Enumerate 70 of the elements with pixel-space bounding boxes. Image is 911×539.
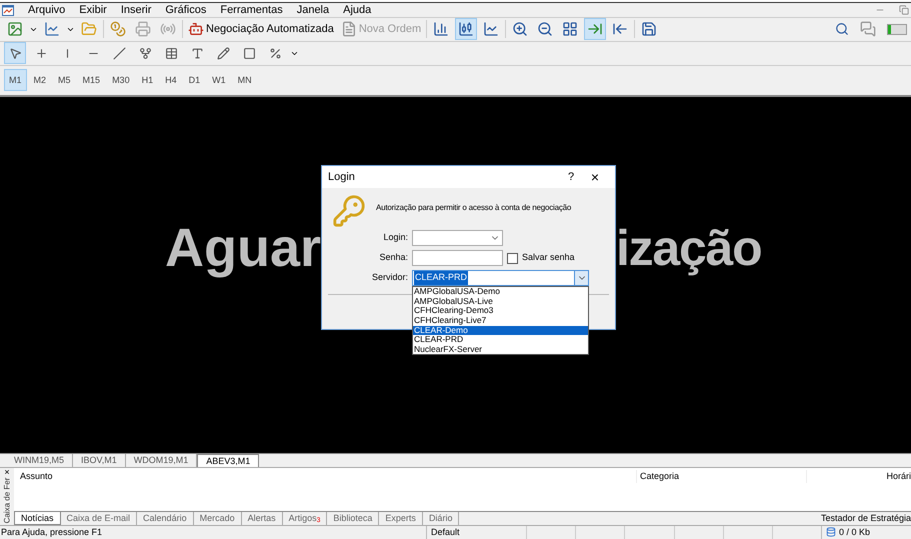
search-icon[interactable] bbox=[835, 22, 849, 36]
close-button[interactable]: × bbox=[581, 166, 609, 188]
help-button[interactable]: ? bbox=[561, 168, 581, 186]
dialog-title: Login bbox=[328, 170, 355, 185]
chart-tab[interactable]: WINM19,M5 bbox=[6, 454, 74, 467]
save-password-label: Salvar senha bbox=[522, 251, 575, 264]
scroll-end-icon[interactable] bbox=[584, 18, 606, 40]
toolbox-tab[interactable]: Biblioteca bbox=[327, 512, 380, 525]
save-password-checkbox[interactable] bbox=[507, 252, 518, 264]
strategy-tester-tab[interactable]: Testador de Estratégia bbox=[820, 512, 911, 526]
server-label: Servidor: bbox=[370, 271, 408, 284]
cursor-icon[interactable] bbox=[4, 42, 26, 64]
server-value: CLEAR-PRD bbox=[414, 271, 468, 285]
timeframe-button[interactable]: W1 bbox=[207, 69, 231, 92]
server-option[interactable]: CLEAR-PRD bbox=[413, 335, 588, 345]
profile-name: Default bbox=[426, 526, 526, 539]
password-label: Senha: bbox=[378, 251, 408, 264]
column-header: Horári bbox=[806, 470, 911, 484]
dialog-message: Autorização para permitir o acesso à conta de negociação bbox=[376, 202, 572, 214]
column-header: Assunto bbox=[19, 470, 54, 483]
login-label: Login: bbox=[382, 231, 408, 244]
toolbox-tab[interactable]: Calendário bbox=[137, 512, 194, 525]
column-header: Categoria bbox=[636, 470, 806, 484]
password-field[interactable] bbox=[412, 250, 503, 266]
auto-trading-button[interactable]: Negociação Automatizada bbox=[186, 18, 336, 40]
menu-item[interactable]: Inserir bbox=[120, 2, 152, 18]
toolbox-tab[interactable]: Artigos$_{3}$ bbox=[282, 512, 328, 525]
traffic-text: 0 / 0 Kb bbox=[839, 526, 870, 539]
server-option[interactable]: CLEAR-Demo bbox=[413, 326, 588, 336]
app-chart-icon bbox=[2, 4, 14, 16]
candlestick-icon[interactable] bbox=[455, 18, 478, 40]
timeframe-button[interactable]: M30 bbox=[107, 69, 135, 92]
connection-indicator bbox=[887, 24, 907, 35]
robot-icon bbox=[188, 21, 204, 38]
close-button[interactable]: × bbox=[4, 468, 10, 477]
toolbox-tab[interactable]: Diário bbox=[422, 512, 460, 525]
menu-item[interactable]: Arquivo bbox=[28, 2, 66, 18]
server-option[interactable]: CFHClearing-Live7 bbox=[413, 316, 588, 326]
menu-item[interactable]: Janela bbox=[296, 2, 330, 18]
toolbox-tab[interactable]: Caixa de E-mail bbox=[60, 512, 138, 525]
status-help-text: Para Ajuda, pressione F1 bbox=[0, 526, 104, 539]
timeframe-button[interactable]: H1 bbox=[136, 69, 158, 92]
timeframe-button[interactable]: H4 bbox=[160, 69, 182, 92]
chart-tab[interactable]: ABEV3,M1 bbox=[197, 454, 260, 467]
server-option[interactable]: NuclearFX-Server bbox=[413, 344, 588, 354]
toolbox-tab[interactable]: Notícias bbox=[14, 512, 61, 525]
timeframe-button[interactable]: M2 bbox=[28, 69, 52, 92]
banner-text: ização bbox=[616, 222, 762, 273]
menu-item[interactable]: Exibir bbox=[79, 2, 107, 18]
menu-item[interactable]: Gráficos bbox=[165, 2, 206, 18]
menu-item[interactable]: Ferramentas bbox=[220, 2, 283, 18]
toolbox-tab[interactable]: Alertas bbox=[242, 512, 283, 525]
timeframe-button[interactable]: D1 bbox=[184, 69, 206, 92]
timeframe-button[interactable]: M5 bbox=[53, 69, 76, 92]
menu-item[interactable]: Ajuda bbox=[343, 2, 372, 18]
panel-title: Caixa de Fer bbox=[2, 478, 12, 524]
toolbox-tab[interactable]: Mercado bbox=[194, 512, 242, 525]
server-option[interactable]: CFHClearing-Demo3 bbox=[413, 306, 588, 316]
timeframe-button[interactable]: MN bbox=[232, 69, 257, 92]
timeframe-button[interactable]: M1 bbox=[4, 69, 27, 92]
server-option[interactable]: AMPGlobalUSA-Live bbox=[413, 296, 588, 306]
server-option[interactable]: AMPGlobalUSA-Demo bbox=[413, 287, 588, 297]
toolbox-tab[interactable]: Experts bbox=[379, 512, 423, 525]
keys-icon bbox=[332, 194, 366, 228]
order-form-icon bbox=[340, 21, 357, 38]
server-combobox[interactable]: CLEAR-PRD bbox=[412, 270, 589, 286]
restore-icon[interactable] bbox=[899, 5, 909, 15]
timeframe-button[interactable]: M15 bbox=[78, 69, 106, 92]
chart-tab[interactable]: IBOV,M1 bbox=[73, 454, 126, 467]
banner-text: Aguar bbox=[165, 220, 321, 275]
